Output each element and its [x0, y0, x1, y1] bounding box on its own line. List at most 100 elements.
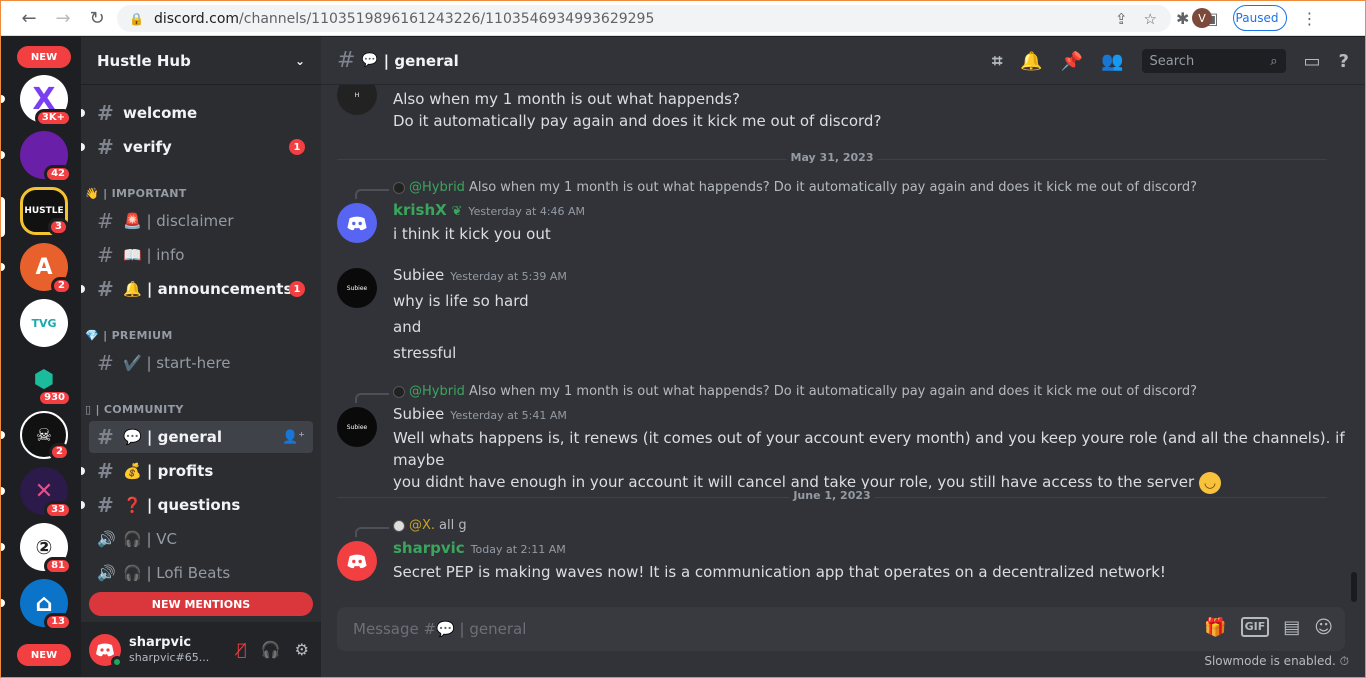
message-author[interactable]: Subiee — [393, 405, 444, 423]
url-text: discord.com/channels/1103519896161243226… — [153, 10, 655, 27]
category-important[interactable]: 👋 | IMPORTANT — [85, 187, 187, 200]
message-content: krishX ❦ Yesterday at 4:46 AM i think it … — [393, 201, 586, 243]
reload-icon[interactable]: ↻ — [83, 4, 111, 32]
profile-button[interactable]: V Paused — [1192, 5, 1288, 31]
channel-vc[interactable]: 🔊 🎧 | VC — [89, 523, 313, 555]
channel-lofi-beats[interactable]: 🔊 🎧 | Lofi Beats — [89, 557, 313, 589]
hash-icon: # — [97, 459, 114, 483]
search-input[interactable]: Search ⌕ — [1141, 49, 1286, 73]
category-community[interactable]: ▯ | COMMUNITY — [85, 403, 184, 416]
slowmode-notice: Slowmode is enabled. ⏱ — [1204, 654, 1349, 668]
category-premium[interactable]: 💎 | PREMIUM — [85, 329, 173, 342]
channel-welcome[interactable]: # welcome — [81, 97, 313, 129]
scrollbar[interactable] — [1351, 572, 1357, 602]
new-mentions-button[interactable]: NEW MENTIONS — [89, 592, 313, 616]
sticker-icon[interactable]: ▤ — [1283, 617, 1300, 638]
hash-icon: # — [97, 277, 114, 301]
share-icon[interactable]: ⇪ — [1115, 10, 1128, 28]
gif-icon[interactable]: GIF — [1240, 617, 1270, 637]
message-timestamp: Yesterday at 5:41 AM — [450, 409, 567, 422]
server-8[interactable]: ✕ 33 — [20, 467, 72, 519]
settings-gear-icon[interactable]: ⚙ — [295, 640, 309, 659]
avatar[interactable] — [337, 203, 377, 243]
notification-bell-icon[interactable]: 🔔 — [1020, 51, 1042, 72]
hash-icon: # — [97, 209, 114, 233]
reply-preview[interactable]: @X. all g — [393, 518, 467, 533]
channel-sidebar: Hustle Hub ⌄ # welcome # verify 1 👋 | IMPOR… — [81, 37, 321, 677]
help-icon[interactable]: ? — [1339, 51, 1349, 72]
threads-icon[interactable]: ⌗ — [992, 51, 1002, 72]
new-unread-pill-top[interactable]: NEW — [17, 46, 71, 68]
server-6[interactable]: ⬢ 930 — [20, 355, 72, 407]
message-author[interactable]: sharpvic — [393, 539, 465, 557]
server-x[interactable]: X 3K+ — [20, 75, 72, 127]
unread-pip — [1, 599, 5, 607]
emoji-icon[interactable]: ☺ — [1314, 617, 1333, 638]
server-tvg[interactable]: TVG — [20, 299, 68, 347]
channel-disclaimer[interactable]: # 🚨 | disclaimer — [89, 205, 313, 237]
guild-header[interactable]: Hustle Hub ⌄ — [81, 37, 321, 85]
channel-general[interactable]: # 💬 | general 👤⁺ — [89, 421, 313, 453]
forward-icon[interactable]: → — [49, 4, 77, 32]
channel-start-here[interactable]: # ✔️ | start-here — [89, 347, 313, 379]
message-timestamp: Today at 2:11 AM — [470, 543, 566, 556]
gift-icon[interactable]: 🎁 — [1204, 617, 1226, 638]
server-a[interactable]: A2 — [20, 243, 72, 295]
headphones-icon[interactable]: 🎧 — [261, 640, 281, 659]
more-menu-icon[interactable]: ⋮ — [1301, 9, 1317, 28]
server-10[interactable]: ⌂ 13 — [20, 579, 72, 631]
avatar[interactable] — [89, 633, 123, 668]
message-timestamp: Yesterday at 5:39 AM — [450, 270, 567, 283]
date-divider: June 1, 2023 — [337, 489, 1327, 502]
reply-preview[interactable]: @Hybrid Also when my 1 month is out what… — [393, 384, 1197, 399]
avatar[interactable] — [337, 541, 377, 581]
app-frame: ← → ↻ 🔒 discord.com/channels/11035198961… — [1, 1, 1365, 677]
reply-preview[interactable]: @Hybrid Also when my 1 month is out what… — [393, 180, 1197, 195]
unread-pip — [1, 263, 5, 271]
back-icon[interactable]: ← — [15, 4, 43, 32]
channel-header: # 💬 | general ⌗ 🔔 📌 👥 Search ⌕ ▭ ? — [321, 37, 1365, 85]
channel-announcements[interactable]: # 🔔 | announcements 1 — [81, 273, 313, 305]
avatar[interactable]: Subiee — [337, 268, 377, 308]
inbox-icon[interactable]: ▭ — [1304, 51, 1321, 72]
pin-icon[interactable]: 📌 — [1061, 51, 1083, 72]
unread-pip — [1, 487, 5, 495]
message-input[interactable]: Message #💬 | general 🎁 GIF ▤ ☺ — [337, 607, 1345, 651]
message-content: Also when my 1 month is out what happend… — [393, 90, 882, 130]
avatar[interactable]: Subiee — [337, 407, 377, 447]
discord-logo-icon — [347, 554, 367, 568]
hash-icon: # — [97, 243, 114, 267]
avatar — [393, 385, 405, 398]
profile-avatar: V — [1192, 8, 1212, 28]
avatar — [393, 181, 405, 194]
address-bar[interactable]: 🔒 discord.com/channels/11035198961612432… — [117, 5, 1171, 32]
avatar: H — [337, 85, 377, 115]
server-hustle[interactable]: HUSTLE 3 — [20, 187, 69, 236]
guild-name: Hustle Hub — [97, 51, 191, 70]
server-2[interactable]: 42 — [20, 131, 72, 183]
online-status-dot — [111, 655, 123, 668]
unread-pip — [1, 543, 5, 551]
channel-profits[interactable]: # 💰 | profits — [81, 455, 313, 487]
bookmark-star-icon[interactable]: ☆ — [1144, 10, 1157, 28]
discord-logo-icon — [347, 216, 367, 230]
add-member-icon[interactable]: 👤⁺ — [282, 430, 305, 445]
server-7[interactable]: ☠ 2 — [20, 411, 70, 461]
channel-info[interactable]: # 📖 | info — [89, 239, 313, 271]
extensions-icon[interactable]: ✱ — [1176, 9, 1189, 28]
mention-badge: 1 — [289, 281, 305, 297]
hash-icon: # — [337, 48, 356, 73]
date-divider: May 31, 2023 — [337, 151, 1327, 164]
mention-badge: 1 — [289, 139, 305, 155]
unread-pip — [1, 431, 5, 439]
reply-spine — [355, 393, 389, 403]
message-author[interactable]: krishX — [393, 201, 447, 219]
mute-mic-icon[interactable]: 🎙̸ — [237, 640, 247, 659]
hash-icon: # — [97, 425, 114, 449]
members-icon[interactable]: 👥 — [1101, 51, 1123, 72]
channel-questions[interactable]: # ❓ | questions — [81, 489, 313, 521]
server-9[interactable]: ② 81 — [20, 523, 72, 575]
channel-verify[interactable]: # verify 1 — [81, 131, 313, 163]
message-author[interactable]: Subiee — [393, 266, 444, 284]
new-unread-pill-bottom[interactable]: NEW — [17, 644, 71, 666]
